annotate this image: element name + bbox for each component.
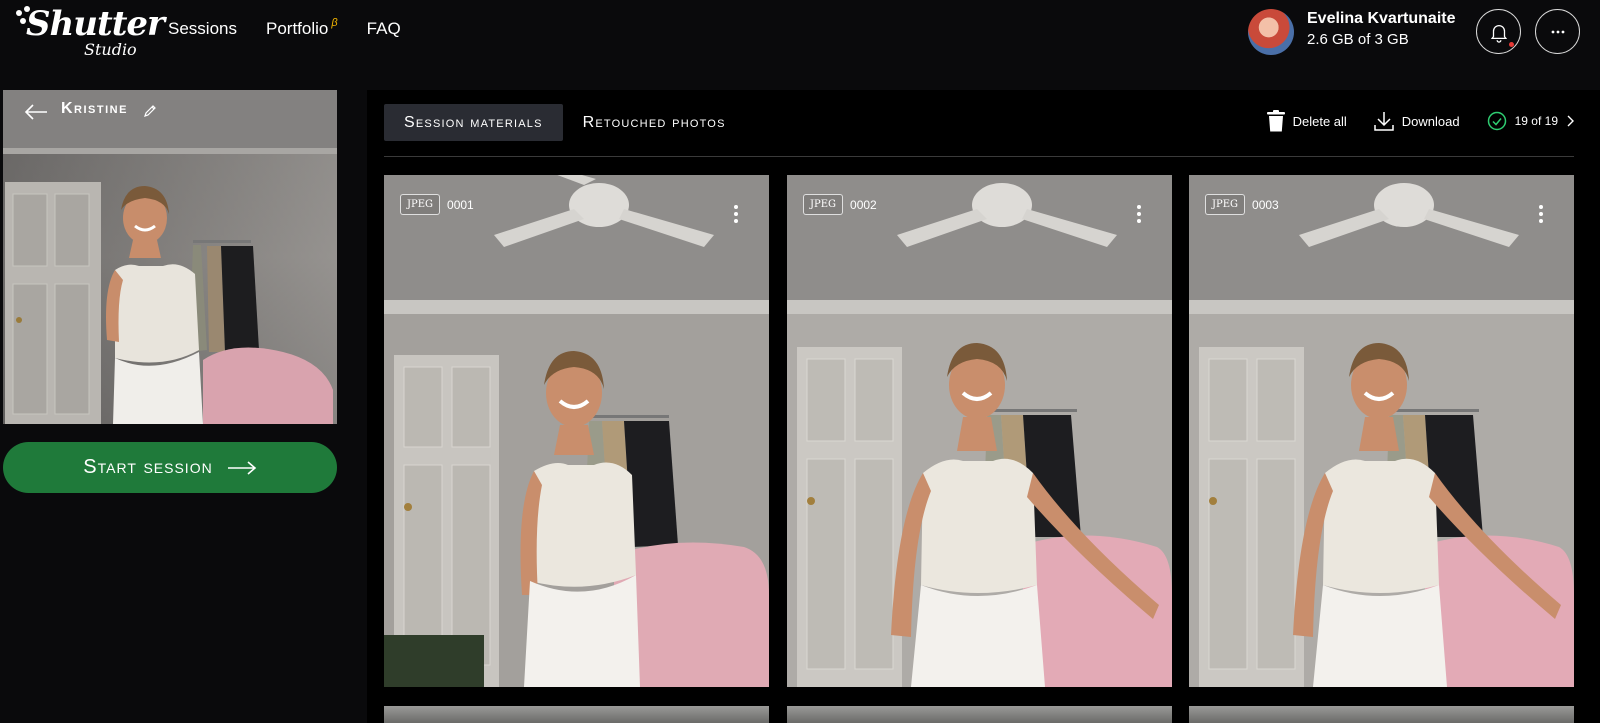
nav-portfolio[interactable]: Portfolio β — [265, 17, 338, 39]
pencil-icon[interactable] — [143, 104, 157, 118]
photo-number: 0001 — [447, 197, 474, 212]
photo-label: JPEG 0001 — [400, 194, 474, 215]
photo-thumbnail — [1189, 175, 1574, 687]
beta-badge: β — [331, 17, 338, 29]
nav-portfolio-label: Portfolio — [265, 19, 329, 38]
session-materials-panel: Session materials Retouched photos Delet… — [367, 90, 1600, 723]
right-arrow-icon — [227, 460, 256, 475]
download-label: Download — [1401, 113, 1460, 129]
photo-card-partial[interactable] — [787, 706, 1172, 723]
back-arrow-icon[interactable] — [23, 102, 49, 122]
kebab-menu-icon[interactable] — [1538, 205, 1544, 225]
toolbar-actions: Delete all Download 19 of 19 — [1240, 110, 1574, 132]
logo-wordmark: Shutter — [26, 4, 165, 44]
photo-label: JPEG 0002 — [803, 194, 877, 215]
notifications-button[interactable] — [1476, 9, 1521, 54]
photo-card-partial[interactable] — [1189, 706, 1574, 723]
trash-icon — [1266, 110, 1285, 132]
photo-card[interactable]: JPEG 0001 — [384, 175, 769, 687]
format-badge: JPEG — [803, 194, 844, 215]
start-session-button[interactable]: Start session — [3, 442, 337, 493]
tab-divider — [384, 156, 1574, 157]
download-icon — [1374, 112, 1394, 131]
photo-card[interactable]: JPEG 0003 — [1189, 175, 1574, 687]
session-title[interactable]: Kristine — [61, 100, 128, 118]
storage-usage: 2.6 GB of 3 GB — [1307, 31, 1409, 48]
photo-label: JPEG 0003 — [1205, 194, 1279, 215]
format-badge: JPEG — [1205, 194, 1246, 215]
more-menu-button[interactable] — [1535, 9, 1580, 54]
selection-count-label: 19 of 19 — [1514, 114, 1558, 128]
delete-all-label: Delete all — [1292, 113, 1347, 129]
photo-thumbnail — [384, 175, 769, 687]
photo-number: 0003 — [1252, 197, 1279, 212]
photo-number: 0002 — [850, 197, 877, 212]
photo-card[interactable]: JPEG 0002 — [787, 175, 1172, 687]
tab-session-materials[interactable]: Session materials — [384, 104, 563, 141]
shutter-studio-logo[interactable]: Shutter Studio — [14, 4, 165, 60]
selection-count[interactable]: 19 of 19 — [1487, 111, 1574, 131]
notification-dot — [1509, 42, 1514, 47]
photo-card-partial[interactable] — [384, 706, 769, 723]
start-session-label: Start session — [83, 456, 213, 478]
kebab-menu-icon[interactable] — [1136, 205, 1142, 225]
user-profile[interactable]: Evelina Kvartunaite 2.6 GB of 3 GB — [1248, 8, 1456, 56]
photo-thumbnail — [787, 175, 1172, 687]
top-bar: Shutter Studio Sessions Portfolio β FAQ E… — [0, 0, 1600, 72]
bell-icon — [1490, 24, 1507, 43]
chevron-right-icon[interactable] — [1566, 115, 1574, 127]
logo-subtitle: Studio — [84, 40, 137, 59]
cover-photo — [3, 90, 337, 424]
nav-faq[interactable]: FAQ — [367, 19, 401, 39]
tab-bar: Session materials Retouched photos — [384, 104, 746, 141]
check-circle-icon — [1487, 111, 1506, 131]
nav-sessions[interactable]: Sessions — [168, 19, 237, 39]
user-name: Evelina Kvartunaite — [1307, 10, 1456, 27]
session-cover: Kristine — [3, 90, 337, 424]
main-nav: Sessions Portfolio β FAQ — [168, 17, 401, 39]
nav-sessions-label: Sessions — [168, 19, 237, 38]
nav-faq-label: FAQ — [366, 19, 401, 38]
tab-retouched-photos[interactable]: Retouched photos — [563, 104, 746, 141]
format-badge: JPEG — [400, 194, 441, 215]
more-icon — [1551, 30, 1564, 33]
download-button[interactable]: Download — [1374, 111, 1460, 131]
avatar[interactable] — [1248, 9, 1294, 55]
kebab-menu-icon[interactable] — [733, 205, 739, 225]
delete-all-button[interactable]: Delete all — [1266, 110, 1347, 132]
